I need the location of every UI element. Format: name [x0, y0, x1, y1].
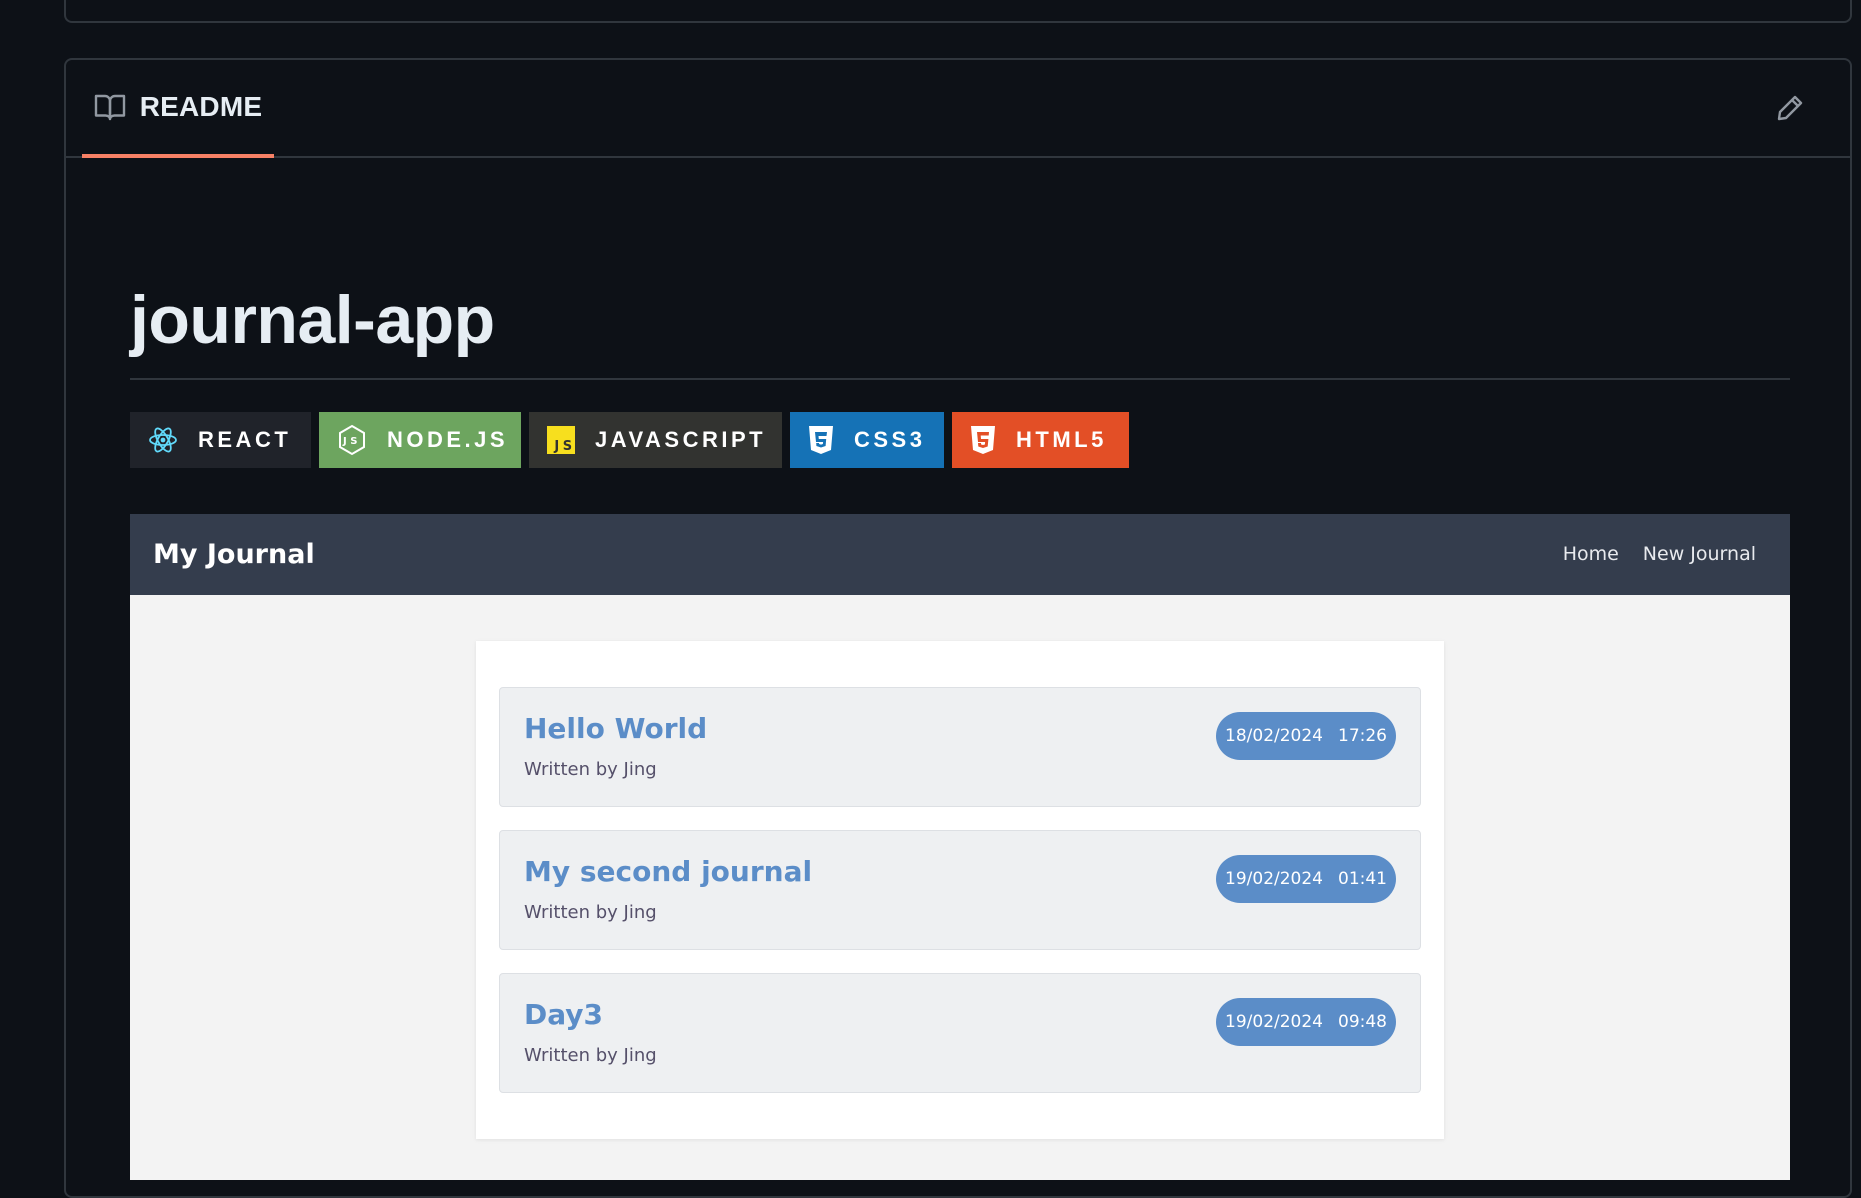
edit-readme-button[interactable]	[1770, 90, 1810, 130]
badge-label: NODE.JS	[387, 427, 509, 452]
entry-title[interactable]: Day3	[524, 998, 603, 1031]
readme-header: README	[66, 60, 1850, 158]
html5-icon	[970, 425, 996, 455]
app-screenshot: My Journal Home New Journal Hello World …	[130, 514, 1790, 1180]
badge-label: REACT	[198, 427, 292, 452]
journal-entry[interactable]: Hello World Written by Jing 18/02/2024 1…	[499, 687, 1421, 807]
badge-html5[interactable]: HTML5	[952, 412, 1129, 468]
journal-list-card: Hello World Written by Jing 18/02/2024 1…	[476, 641, 1444, 1139]
entry-time: 01:41	[1338, 869, 1387, 889]
entry-date: 19/02/2024	[1225, 1012, 1323, 1032]
entry-author: Written by Jing	[524, 1045, 657, 1066]
journal-entry[interactable]: Day3 Written by Jing 19/02/2024 09:48	[499, 973, 1421, 1093]
entry-time: 09:48	[1338, 1012, 1387, 1032]
title-divider	[130, 378, 1790, 380]
badge-react[interactable]: REACT	[130, 412, 311, 468]
journal-entry[interactable]: My second journal Written by Jing 19/02/…	[499, 830, 1421, 950]
svg-text:JS: JS	[342, 436, 361, 447]
entry-date-badge: 19/02/2024 01:41	[1216, 855, 1396, 903]
entry-title[interactable]: Hello World	[524, 712, 707, 745]
readme-panel: README journal-app REACT JS NODE.JS JS J…	[64, 58, 1852, 1198]
badge-css3[interactable]: CSS3	[790, 412, 944, 468]
javascript-icon: JS	[547, 426, 575, 454]
entry-author: Written by Jing	[524, 759, 657, 780]
entry-title[interactable]: My second journal	[524, 855, 812, 888]
app-brand[interactable]: My Journal	[153, 514, 315, 595]
entry-time: 17:26	[1338, 726, 1387, 746]
readme-tab-label: README	[139, 91, 263, 122]
entry-date-badge: 19/02/2024 09:48	[1216, 998, 1396, 1046]
tech-badges: REACT JS NODE.JS JS JAVASCRIPT CSS3 HTML…	[130, 412, 1129, 468]
nodejs-icon: JS	[337, 424, 367, 456]
entry-date-badge: 18/02/2024 17:26	[1216, 712, 1396, 760]
badge-label: HTML5	[1016, 427, 1107, 452]
entry-date: 19/02/2024	[1225, 869, 1323, 889]
svg-text:JS: JS	[553, 439, 575, 454]
nav-link-home[interactable]: Home	[1563, 514, 1619, 595]
badge-nodejs[interactable]: JS NODE.JS	[319, 412, 521, 468]
previous-panel-edge	[64, 0, 1852, 23]
entry-author: Written by Jing	[524, 902, 657, 923]
app-nav-links: Home New Journal	[1563, 514, 1756, 595]
badge-javascript[interactable]: JS JAVASCRIPT	[529, 412, 782, 468]
pencil-icon	[1775, 93, 1805, 128]
react-icon	[148, 426, 178, 454]
badge-label: JAVASCRIPT	[595, 427, 767, 452]
badge-label: CSS3	[854, 427, 926, 452]
book-icon	[94, 93, 126, 121]
repo-title: journal-app	[130, 282, 495, 358]
readme-tab[interactable]: README	[82, 60, 274, 158]
css3-icon	[808, 425, 834, 455]
entry-date: 18/02/2024	[1225, 726, 1323, 746]
app-navbar: My Journal Home New Journal	[130, 514, 1790, 595]
nav-link-new-journal[interactable]: New Journal	[1643, 514, 1756, 595]
